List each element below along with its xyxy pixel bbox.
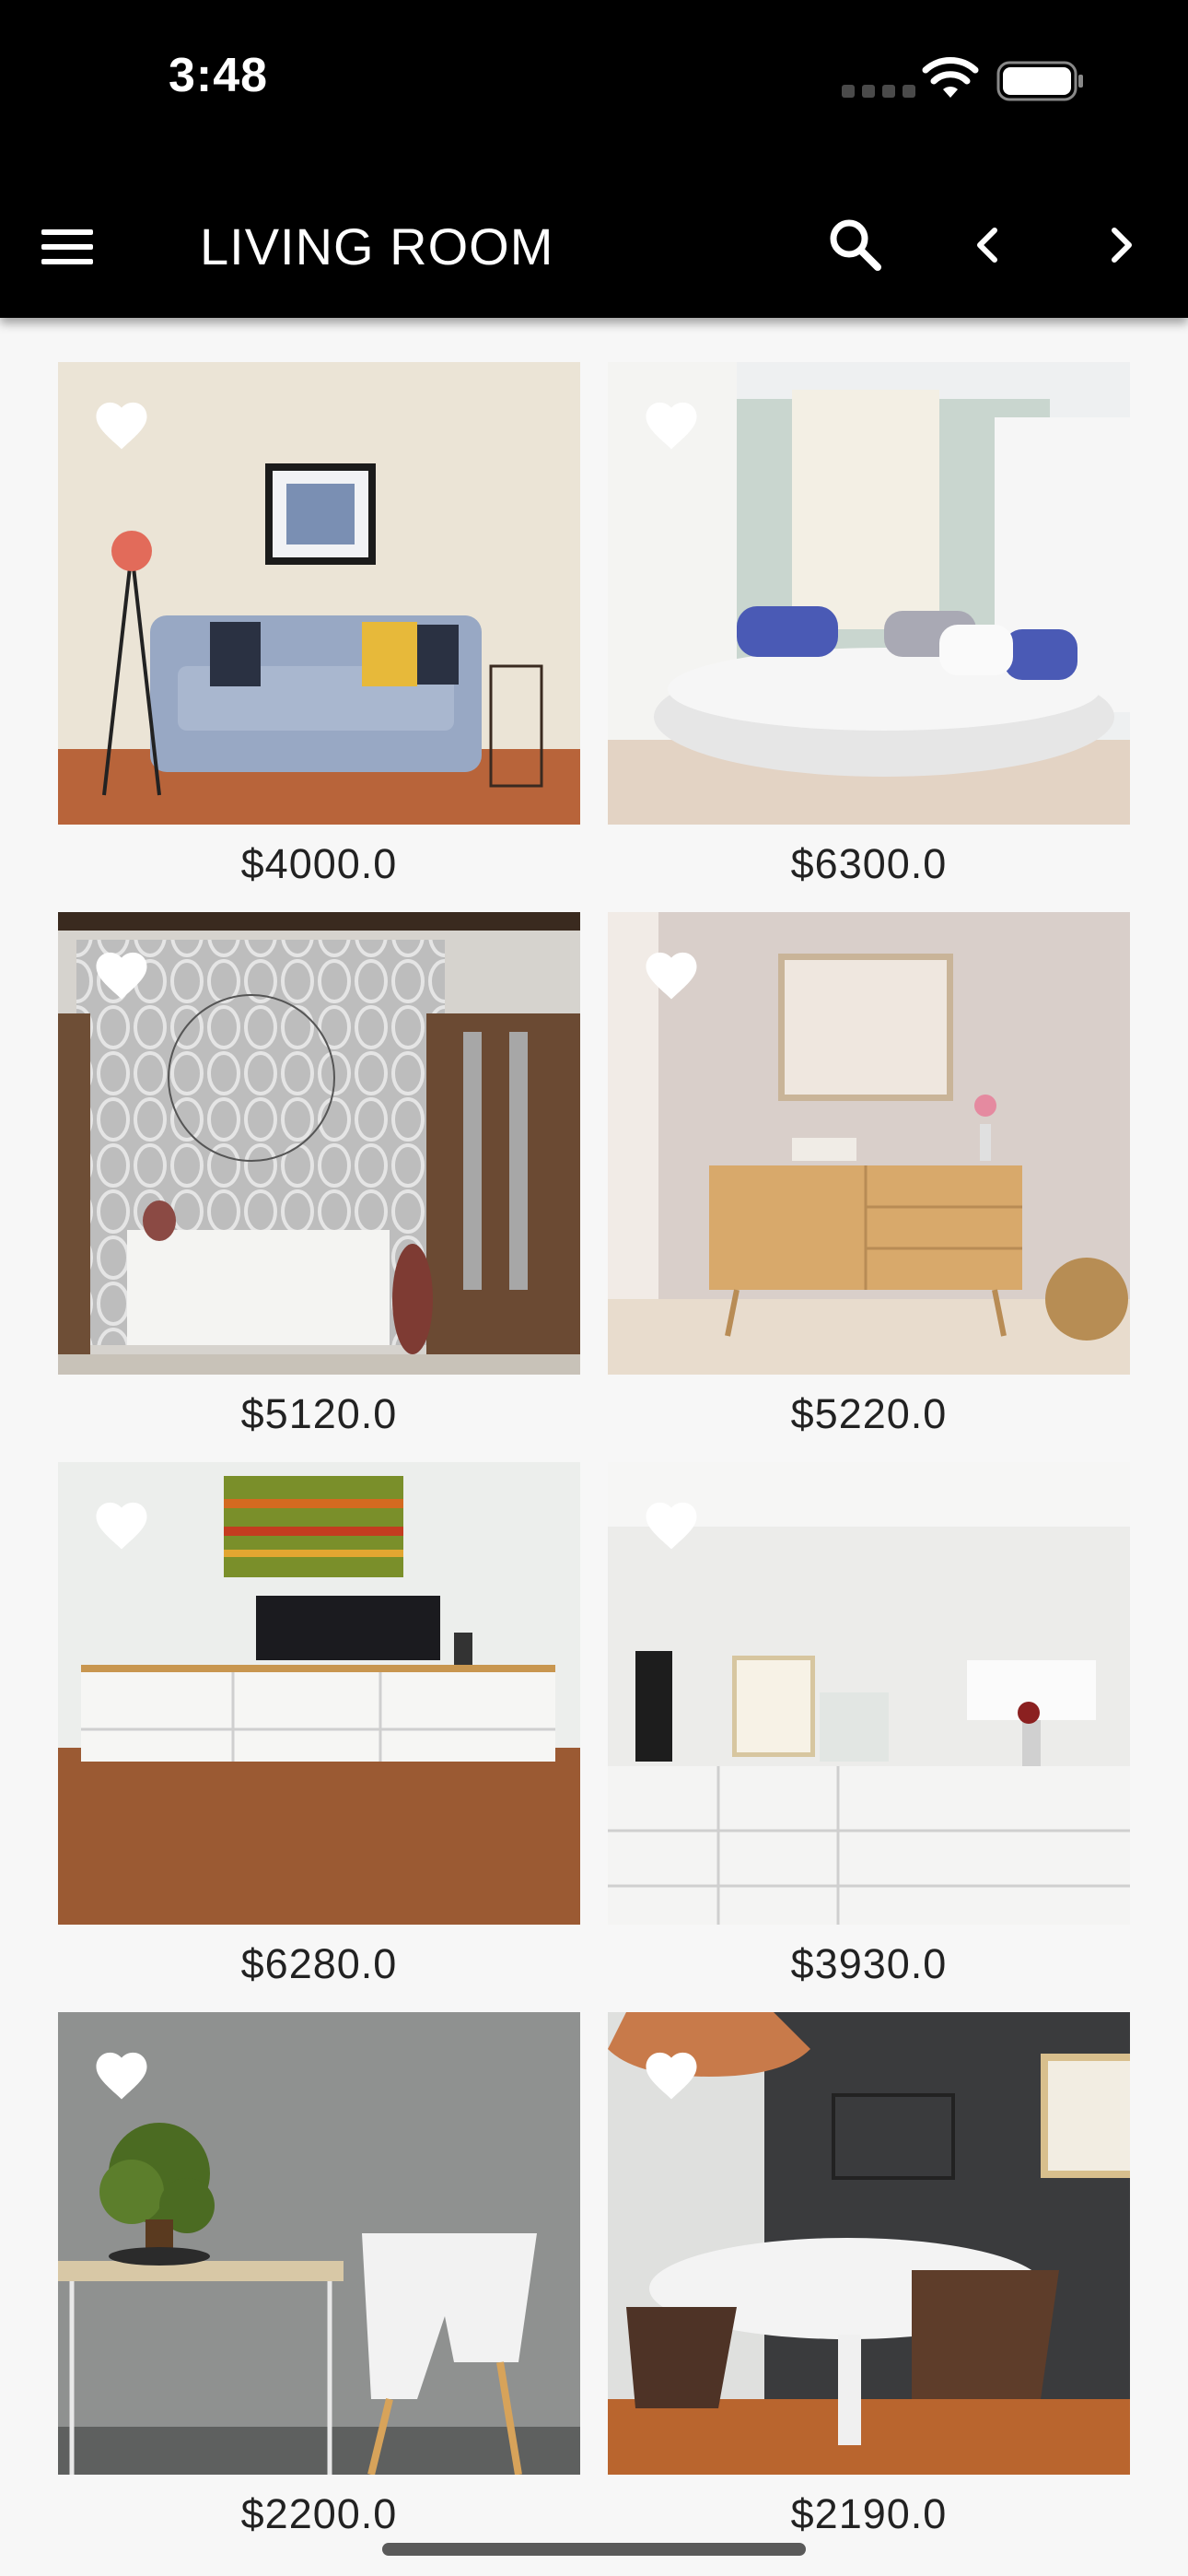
product-card[interactable]: $2200.0	[58, 2012, 580, 2547]
hamburger-menu-icon[interactable]	[35, 217, 99, 276]
product-price: $4000.0	[240, 840, 398, 887]
home-indicator[interactable]	[382, 2543, 806, 2556]
app-bar: LIVING ROOM	[0, 175, 1188, 318]
favorite-heart-icon[interactable]	[91, 945, 152, 1002]
product-price: $2200.0	[240, 2490, 398, 2537]
product-price: $2190.0	[790, 2490, 948, 2537]
cellular-signal-icon	[842, 85, 915, 98]
product-card[interactable]: $6300.0	[608, 362, 1130, 896]
product-price: $5220.0	[790, 1390, 948, 1437]
product-card[interactable]: $3930.0	[608, 1462, 1130, 1996]
favorite-heart-icon[interactable]	[91, 1495, 152, 1552]
page-title: LIVING ROOM	[200, 217, 554, 275]
status-bar: 3:48	[0, 0, 1188, 175]
battery-icon	[996, 61, 1083, 101]
product-card[interactable]: $2190.0	[608, 2012, 1130, 2547]
product-price: $3930.0	[790, 1940, 948, 1987]
product-card[interactable]: $5120.0	[58, 912, 580, 1446]
product-price: $6300.0	[790, 840, 948, 887]
favorite-heart-icon[interactable]	[641, 2045, 702, 2102]
favorite-heart-icon[interactable]	[641, 395, 702, 452]
status-time: 3:48	[169, 49, 269, 102]
chevron-right-icon[interactable]	[1092, 216, 1151, 275]
favorite-heart-icon[interactable]	[641, 945, 702, 1002]
chevron-left-icon[interactable]	[958, 216, 1017, 275]
wifi-icon	[922, 57, 979, 98]
favorite-heart-icon[interactable]	[641, 1495, 702, 1552]
product-card[interactable]: $4000.0	[58, 362, 580, 896]
product-card[interactable]: $6280.0	[58, 1462, 580, 1996]
favorite-heart-icon[interactable]	[91, 395, 152, 452]
product-price: $5120.0	[240, 1390, 398, 1437]
product-price: $6280.0	[240, 1940, 398, 1987]
product-card[interactable]: $5220.0	[608, 912, 1130, 1446]
favorite-heart-icon[interactable]	[91, 2045, 152, 2102]
search-icon[interactable]	[822, 212, 889, 278]
